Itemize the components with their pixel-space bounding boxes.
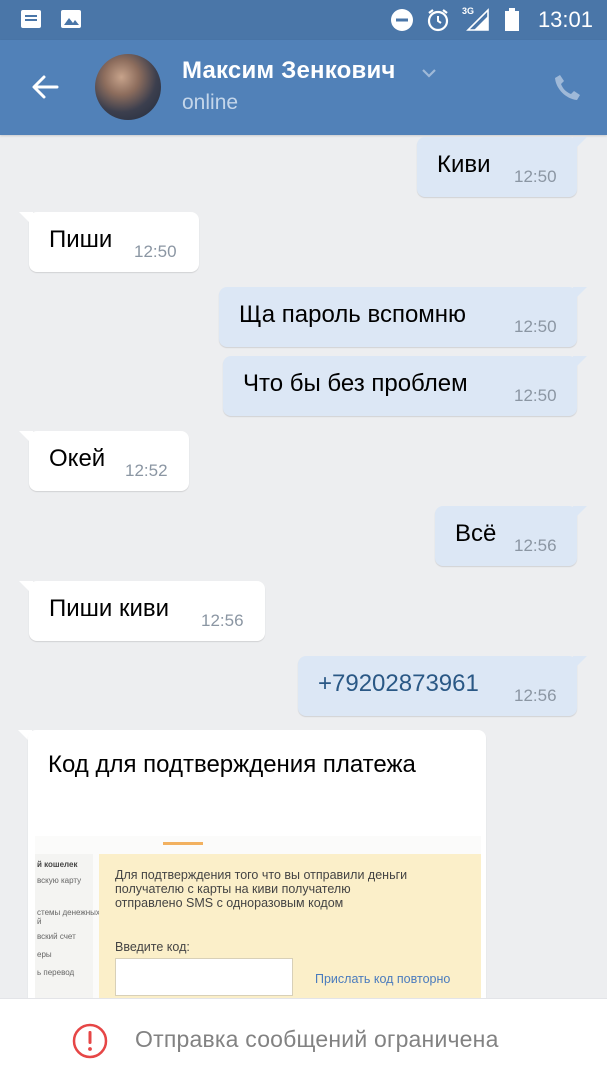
battery-icon: [505, 8, 519, 31]
message-text: Что бы без проблем: [243, 370, 468, 397]
code-label: Введите код:: [115, 940, 190, 954]
code-input: [115, 958, 293, 996]
message-bubble-with-image[interactable]: Код для подтверждения платежа й кошелек …: [28, 730, 486, 1030]
contact-name[interactable]: Максим Зенкович: [182, 57, 396, 85]
do-not-disturb-icon: [391, 9, 413, 31]
chat-header: Максим Зенкович online: [0, 40, 607, 135]
sidebar-item: й: [37, 917, 42, 926]
message-bubble-incoming[interactable]: Окей 12:52: [19, 431, 189, 491]
image-notification-icon: [61, 10, 81, 28]
phone-call-icon[interactable]: [552, 72, 582, 102]
signal-icon: [466, 8, 489, 31]
message-time: 12:50: [514, 167, 557, 186]
message-text: Пиши: [49, 226, 113, 253]
message-text: Всё: [455, 520, 497, 547]
clock: 13:01: [537, 7, 593, 32]
status-bar: 3G 13:01: [0, 0, 607, 40]
sidebar-heading: й кошелек: [37, 860, 78, 869]
sidebar-item: вский счет: [37, 932, 76, 941]
messaging-restricted-bar: Отправка сообщений ограничена: [0, 998, 607, 1081]
message-bubble-incoming[interactable]: Пиши 12:50: [19, 212, 199, 272]
message-text: Пиши киви: [49, 595, 170, 622]
message-time: 12:50: [514, 317, 557, 336]
message-bubble-outgoing[interactable]: +79202873961 12:56: [298, 656, 587, 716]
message-notification-icon: [21, 10, 41, 28]
message-time: 12:50: [134, 242, 177, 261]
message-time: 12:56: [514, 686, 557, 705]
message-bubble-outgoing[interactable]: Ща пароль вспомню 12:50: [219, 287, 587, 347]
resend-code-link: Прислать код повторно: [315, 972, 451, 986]
chevron-down-icon[interactable]: [420, 67, 438, 79]
warning-icon: [72, 1023, 108, 1059]
message-bubble-outgoing[interactable]: Всё 12:56: [435, 506, 587, 566]
message-bubble-incoming[interactable]: Пиши киви 12:56: [19, 581, 265, 641]
message-time: 12:50: [514, 386, 557, 405]
contact-avatar[interactable]: [95, 54, 161, 120]
confirmation-notice: Для подтверждения того что вы отправили …: [115, 868, 408, 910]
tab-underline: [163, 842, 203, 845]
sidebar-item: ь перевод: [37, 968, 75, 977]
message-text: Код для подтверждения платежа: [48, 751, 416, 778]
alarm-icon: [427, 9, 449, 32]
message-bubble-outgoing[interactable]: Что бы без проблем 12:50: [223, 356, 587, 416]
message-text: Киви: [437, 151, 491, 178]
message-time: 12:52: [125, 461, 168, 480]
sidebar-item: стемы денежных: [37, 908, 100, 917]
message-text: Ща пароль вспомню: [239, 301, 467, 328]
message-time: 12:56: [514, 536, 557, 555]
message-time: 12:56: [201, 611, 244, 630]
contact-status: online: [182, 91, 239, 114]
phone-number-link[interactable]: +79202873961: [318, 670, 479, 698]
sidebar-item: вскую карту: [37, 876, 82, 885]
message-text: Окей: [49, 445, 106, 472]
back-arrow-icon[interactable]: [30, 72, 60, 102]
restriction-notice: Отправка сообщений ограничена: [135, 1026, 499, 1052]
sidebar-item: еры: [37, 950, 52, 959]
message-bubble-outgoing[interactable]: Киви 12:50: [417, 137, 587, 197]
